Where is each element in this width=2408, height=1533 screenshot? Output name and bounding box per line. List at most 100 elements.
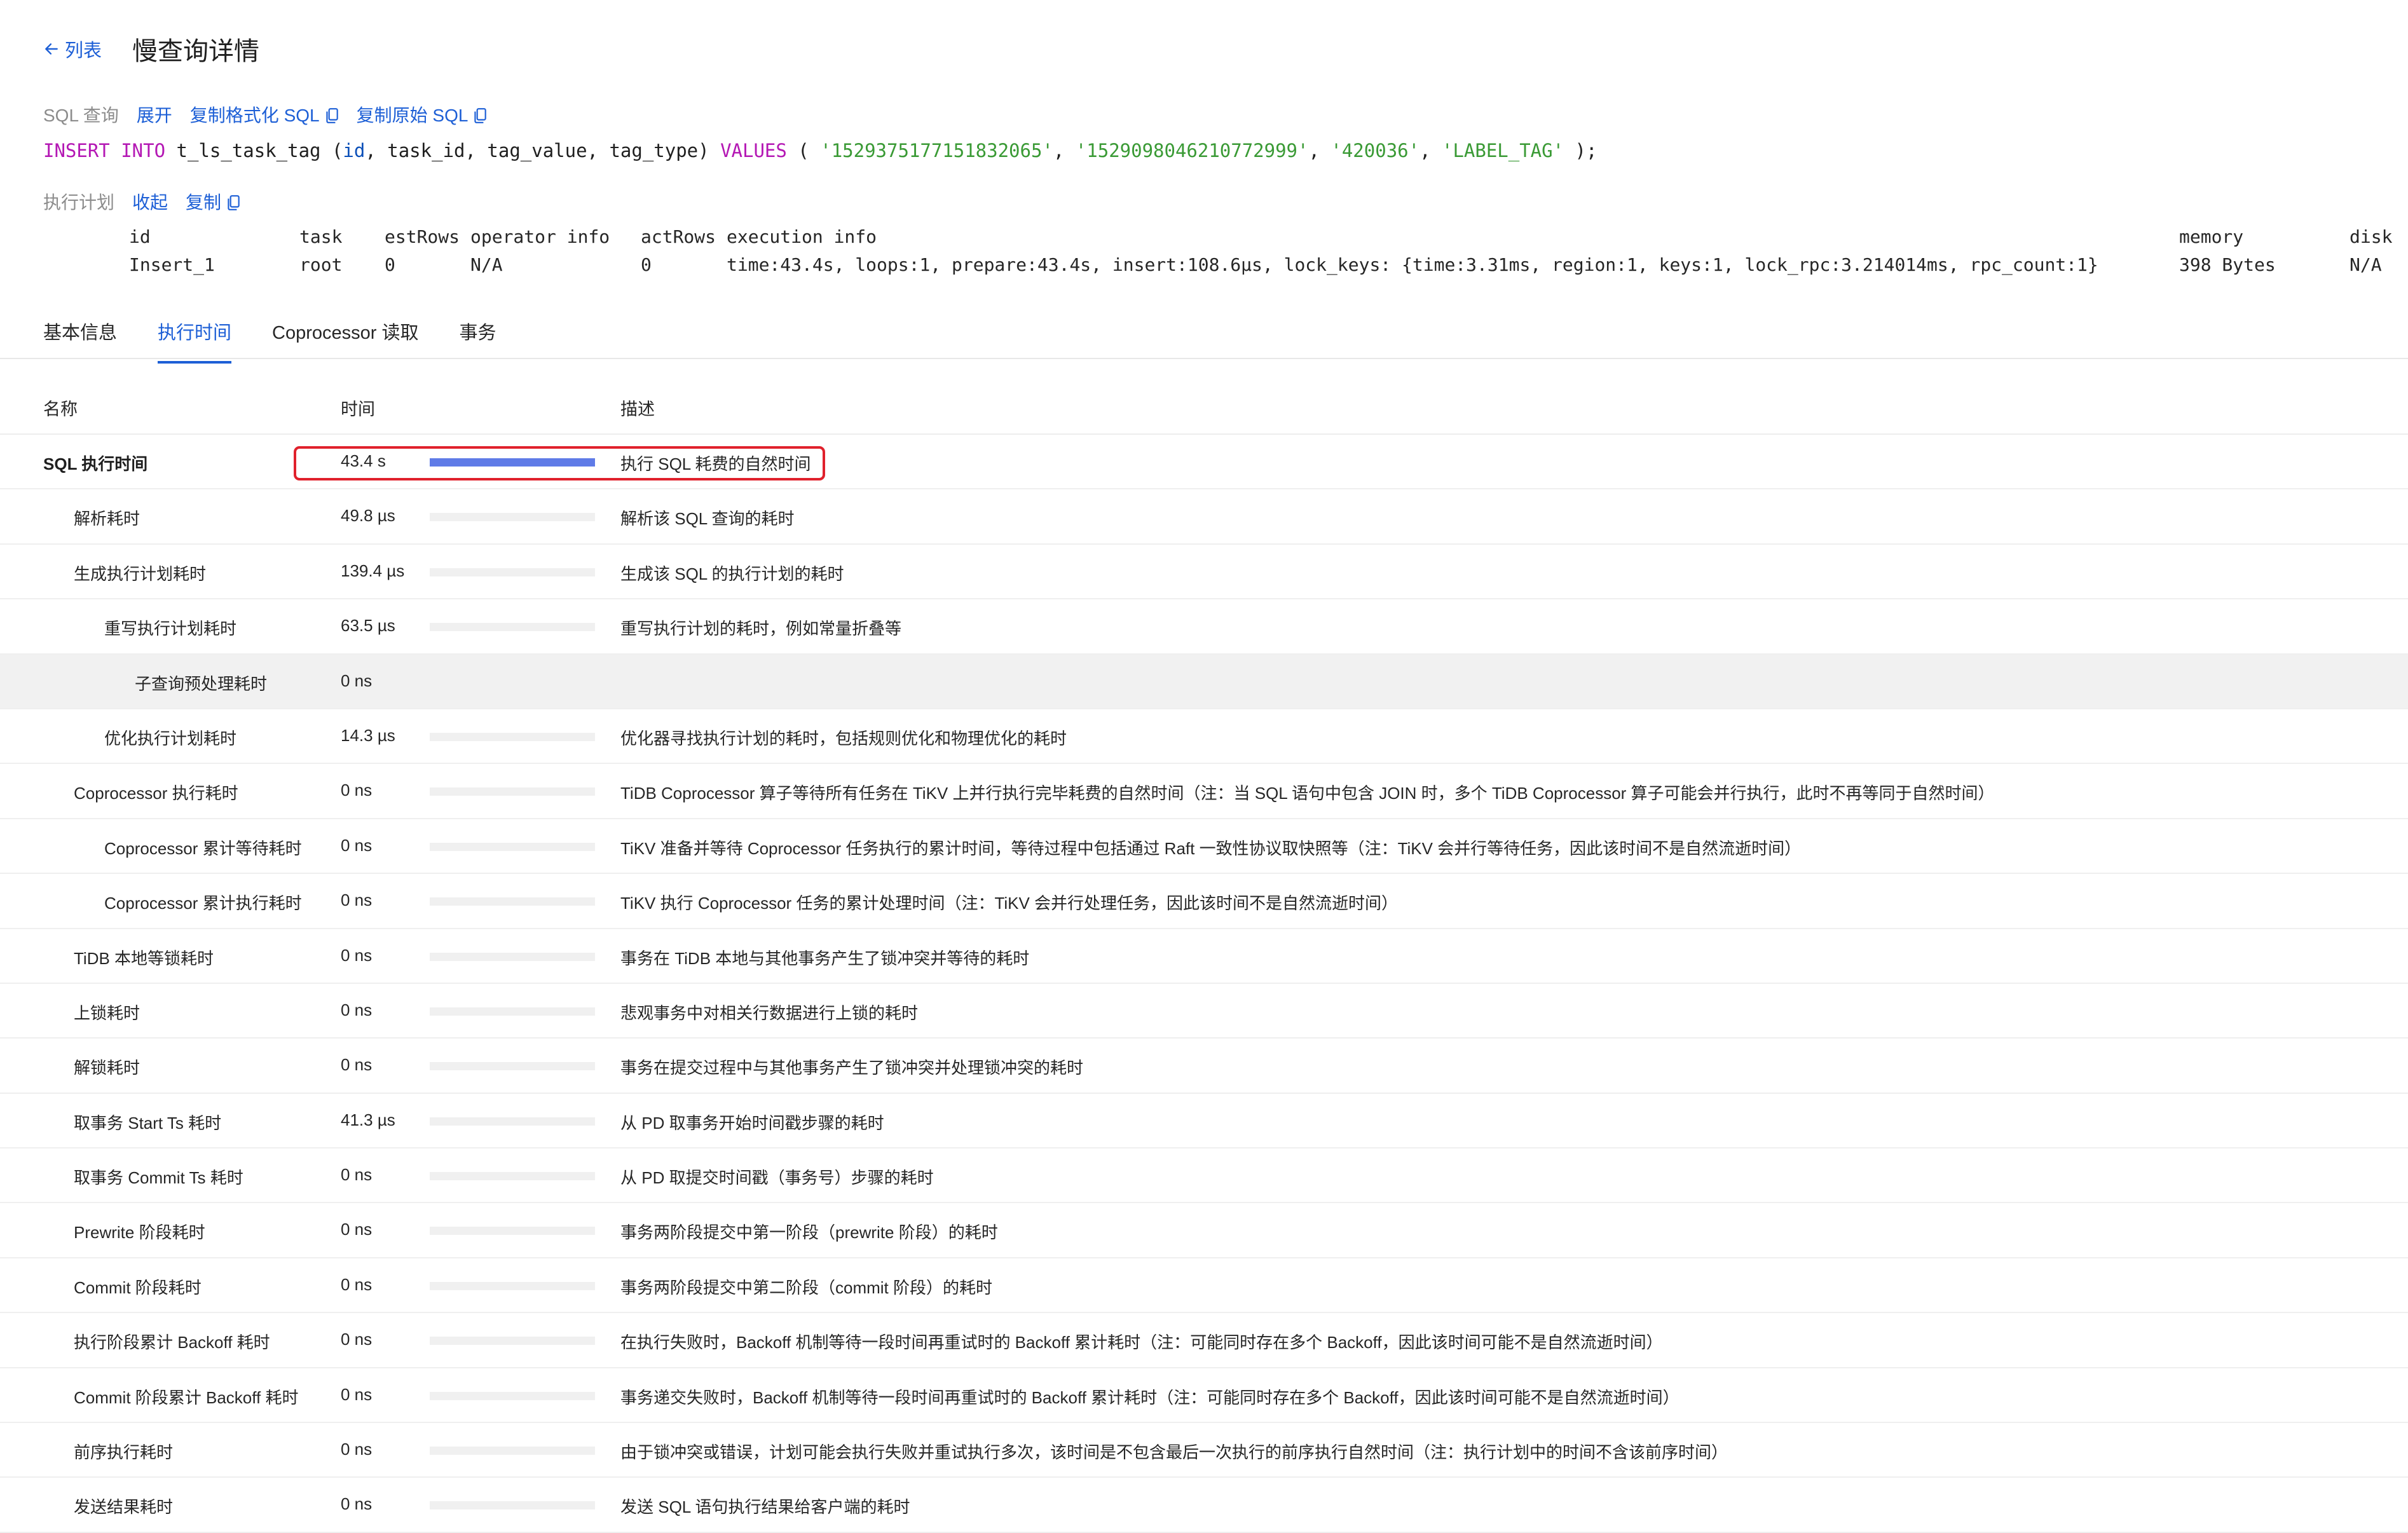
time-proportion-bar [430, 732, 595, 741]
row-time: 139.4 µs [341, 561, 405, 580]
plan-cell-operator-info: N/A [470, 254, 503, 275]
time-proportion-bar [430, 1391, 595, 1400]
table-row[interactable]: 解析耗时 49.8 µs 解析该 SQL 查询的耗时 [0, 489, 2408, 545]
row-description: 优化器寻找执行计划的耗时，包括规则优化和物理优化的耗时 [620, 728, 1067, 748]
time-proportion-bar [430, 842, 595, 851]
table-row[interactable]: Coprocessor 执行耗时 0 ns TiDB Coprocessor 算子等… [0, 764, 2408, 819]
collapse-button[interactable]: 收起 [132, 189, 168, 214]
row-name: 上锁耗时 [74, 1003, 140, 1023]
copy-plan-button[interactable]: 复制 [186, 189, 240, 214]
sql-separator: , [1308, 140, 1331, 161]
table-row[interactable]: 发送结果耗时 0 ns 发送 SQL 语句执行结果给客户端的耗时 [0, 1478, 2408, 1533]
sql-end: ); [1564, 140, 1597, 161]
plan-header-execution-info: execution info [727, 226, 877, 247]
row-name: Commit 阶段耗时 [74, 1278, 202, 1297]
timing-table-header: 名称 时间 描述 [0, 381, 2408, 435]
row-name: 取事务 Start Ts 耗时 [74, 1113, 222, 1133]
sql-column: id [343, 140, 366, 161]
table-row[interactable]: Commit 阶段耗时 0 ns 事务两阶段提交中第二阶段（commit 阶段）的耗… [0, 1258, 2408, 1314]
row-description: 生成该 SQL 的执行计划的耗时 [620, 564, 844, 583]
tab-basic-info[interactable]: 基本信息 [43, 318, 117, 364]
plan-header-task: task [299, 226, 343, 247]
back-link[interactable]: 列表 [43, 36, 102, 62]
row-name: 取事务 Commit Ts 耗时 [74, 1168, 243, 1188]
table-row[interactable]: 前序执行耗时 0 ns 由于锁冲突或错误，计划可能会执行失败并重试执行多次，该时间是… [0, 1423, 2408, 1478]
plan-header-memory: memory [2179, 226, 2244, 247]
row-name: 解锁耗时 [74, 1058, 140, 1078]
row-description: 事务在提交过程中与其他事务产生了锁冲突并处理锁冲突的耗时 [620, 1058, 1084, 1078]
time-proportion-bar [430, 513, 595, 522]
row-description: 发送 SQL 语句执行结果给客户端的耗时 [620, 1497, 910, 1517]
row-name: 发送结果耗时 [74, 1497, 174, 1517]
tab-bar: 基本信息 执行时间 Coprocessor 读取 事务 [43, 318, 537, 364]
row-description: 事务两阶段提交中第二阶段（commit 阶段）的耗时 [620, 1278, 993, 1297]
table-row[interactable]: 取事务 Commit Ts 耗时 0 ns 从 PD 取提交时间戳（事务号）步骤的耗… [0, 1148, 2408, 1204]
sql-paren: ( [786, 140, 821, 161]
table-row[interactable]: 生成执行计划耗时 139.4 µs 生成该 SQL 的执行计划的耗时 [0, 545, 2408, 600]
time-proportion-bar [430, 568, 595, 576]
table-row[interactable]: Coprocessor 累计执行耗时 0 ns TiKV 执行 Coprocesso… [0, 874, 2408, 929]
sql-value: '420036' [1331, 140, 1420, 161]
copy-formatted-sql-button[interactable]: 复制格式化 SQL [190, 102, 339, 127]
row-time: 0 ns [341, 1055, 373, 1075]
row-time: 0 ns [341, 1165, 373, 1185]
row-time: 0 ns [341, 1494, 373, 1514]
row-description: 由于锁冲突或错误，计划可能会执行失败并重试执行多次，该时间是不包含最后一次执行的… [620, 1443, 1728, 1462]
table-row[interactable]: 优化执行计划耗时 14.3 µs 优化器寻找执行计划的耗时，包括规则优化和物理优化的… [0, 709, 2408, 765]
plan-header-id: id [129, 226, 151, 247]
time-proportion-bar [430, 897, 595, 906]
row-name: Coprocessor 累计执行耗时 [104, 894, 302, 913]
table-row[interactable]: 执行阶段累计 Backoff 耗时 0 ns 在执行失败时，Backoff 机制等待… [0, 1313, 2408, 1368]
copy-icon [228, 195, 240, 210]
sql-toolbar: SQL 查询 展开 复制格式化 SQL 复制原始 SQL [43, 102, 487, 127]
row-name: 重写执行计划耗时 [104, 619, 237, 639]
table-row[interactable]: Prewrite 阶段耗时 0 ns 事务两阶段提交中第一阶段（prewrite 阶… [0, 1203, 2408, 1258]
time-proportion-bar [430, 1062, 595, 1071]
plan-header-operator-info: operator info [470, 226, 610, 247]
row-name: SQL 执行时间 [43, 454, 148, 474]
row-time: 14.3 µs [341, 725, 395, 745]
copy-plan-label: 复制 [186, 193, 222, 212]
plan-cell-estrows: 0 [385, 254, 395, 275]
tab-coprocessor-read[interactable]: Coprocessor 读取 [272, 318, 418, 364]
table-row[interactable]: 子查询预处理耗时 0 ns [0, 654, 2408, 709]
table-row[interactable]: 解锁耗时 0 ns 事务在提交过程中与其他事务产生了锁冲突并处理锁冲突的耗时 [0, 1039, 2408, 1094]
table-row[interactable]: 上锁耗时 0 ns 悲观事务中对相关行数据进行上锁的耗时 [0, 984, 2408, 1039]
sql-column: task_id [387, 140, 465, 161]
row-time: 63.5 µs [341, 616, 395, 636]
row-time: 0 ns [341, 780, 373, 800]
sql-value: '1529098046210772999' [1075, 140, 1309, 161]
table-row[interactable]: 取事务 Start Ts 耗时 41.3 µs 从 PD 取事务开始时间戳步骤的耗时 [0, 1094, 2408, 1149]
row-description: 事务在 TiDB 本地与其他事务产生了锁冲突并等待的耗时 [620, 948, 1030, 968]
table-row[interactable]: 重写执行计划耗时 63.5 µs 重写执行计划的耗时，例如常量折叠等 [0, 599, 2408, 655]
plan-cell-actrows: 0 [641, 254, 652, 275]
row-time: 0 ns [341, 1384, 373, 1404]
row-description: 事务递交失败时，Backoff 机制等待一段时间再重试时的 Backoff 累计… [620, 1387, 1679, 1407]
plan-cell-disk: N/A [2350, 254, 2382, 275]
table-row[interactable]: Commit 阶段累计 Backoff 耗时 0 ns 事务递交失败时，Backof… [0, 1368, 2408, 1424]
row-description: 解析该 SQL 查询的耗时 [620, 509, 795, 529]
row-description: 悲观事务中对相关行数据进行上锁的耗时 [620, 1003, 919, 1023]
row-description: 重写执行计划的耗时，例如常量折叠等 [620, 619, 902, 639]
back-link-label: 列表 [65, 41, 102, 61]
plan-header-estrows: estRows [385, 226, 460, 247]
plan-cell-memory: 398 Bytes [2179, 254, 2276, 275]
plan-cell-id: Insert_1 [129, 254, 215, 275]
tab-divider [0, 358, 2408, 359]
row-time: 0 ns [341, 945, 373, 965]
plan-cell-execution-info: time:43.4s, loops:1, prepare:43.4s, inse… [727, 254, 2098, 275]
tab-transaction[interactable]: 事务 [460, 318, 496, 364]
expand-button[interactable]: 展开 [137, 102, 172, 127]
plan-label: 执行计划 [43, 193, 115, 212]
tab-execution-time[interactable]: 执行时间 [158, 318, 232, 364]
table-row[interactable]: TiDB 本地等锁耗时 0 ns 事务在 TiDB 本地与其他事务产生了锁冲突并等待… [0, 929, 2408, 984]
copy-icon [474, 108, 487, 123]
sql-label: SQL 查询 [43, 106, 119, 125]
row-description: TiKV 执行 Coprocessor 任务的累计处理时间（注：TiKV 会并行… [620, 894, 1399, 913]
copy-original-sql-button[interactable]: 复制原始 SQL [357, 102, 488, 127]
sql-keyword-values: VALUES [720, 140, 787, 161]
table-row[interactable]: Coprocessor 累计等待耗时 0 ns TiKV 准备并等待 Coproce… [0, 819, 2408, 875]
time-proportion-bar [430, 787, 595, 796]
sql-separator: , [1053, 140, 1076, 161]
time-proportion-bar [430, 1007, 595, 1016]
